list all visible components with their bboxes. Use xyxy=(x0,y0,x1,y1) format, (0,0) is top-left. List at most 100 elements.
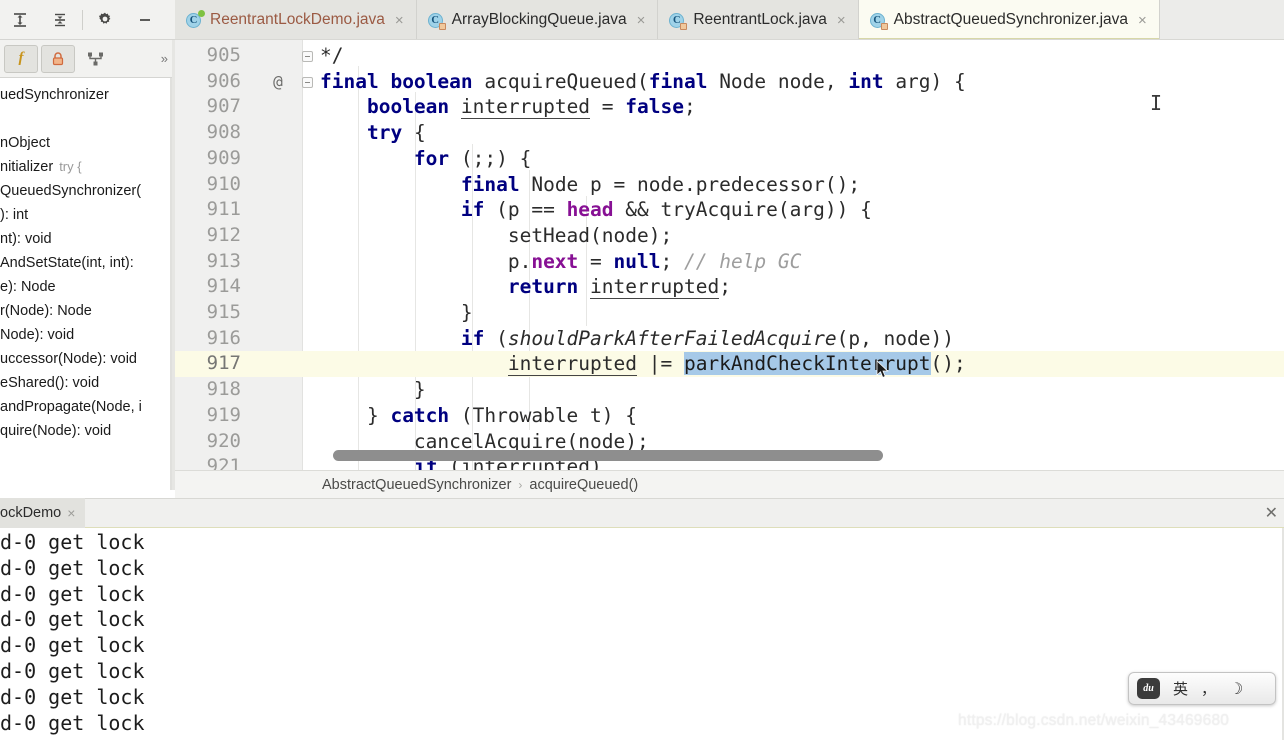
show-fields-toggle[interactable]: f xyxy=(4,44,38,73)
editor-horizontal-scrollbar[interactable] xyxy=(333,450,883,461)
collapse-all-icon[interactable] xyxy=(40,5,80,35)
structure-item[interactable]: uedSynchronizer xyxy=(0,83,172,107)
structure-item-label: eShared(): void xyxy=(0,375,100,391)
code-fold-icon[interactable] xyxy=(299,69,315,95)
code-line[interactable]: 918 } xyxy=(175,377,1284,403)
structure-item[interactable]: e): Node xyxy=(0,275,172,299)
structure-item[interactable]: nt): void xyxy=(0,227,172,251)
code-line[interactable]: 906 @ final boolean acquireQueued(final No… xyxy=(175,69,1284,95)
code-line[interactable]: 912 setHead(node); xyxy=(175,223,1284,249)
structure-item-label: quire(Node): void xyxy=(0,423,112,439)
gear-icon[interactable] xyxy=(85,5,125,35)
line-number: 919 xyxy=(206,403,241,426)
code-line[interactable]: 915 } xyxy=(175,300,1284,326)
structure-item[interactable]: eShared(): void xyxy=(0,371,172,395)
close-icon[interactable]: × xyxy=(67,505,75,521)
ime-punctuation-toggle[interactable]: ， xyxy=(1201,678,1216,699)
structure-item-label: uedSynchronizer xyxy=(0,87,109,103)
line-number: 915 xyxy=(206,301,241,323)
code-editor[interactable]: 905 */ 906 @ final boolean acquireQueued(fin… xyxy=(175,40,1284,470)
ime-language-toggle[interactable]: 英 xyxy=(1173,678,1188,699)
code-line[interactable]: 916 if (shouldParkAfterFailedAcquire(p, … xyxy=(175,326,1284,352)
code-line-text: p.next = null; // help GC xyxy=(320,249,802,273)
structure-item[interactable] xyxy=(0,107,172,131)
structure-item[interactable]: ): int xyxy=(0,203,172,227)
gutter-annotation-icon[interactable]: @ xyxy=(267,69,289,95)
console-tab-bar[interactable]: ockDemo × ✕ xyxy=(0,498,1284,528)
editor-tab[interactable]: C ReentrantLockDemo.java × xyxy=(175,0,417,39)
breadcrumb-method[interactable]: acquireQueued() xyxy=(529,477,638,493)
code-line[interactable]: 907 boolean interrupted = false; xyxy=(175,94,1284,120)
line-number: 912 xyxy=(206,223,241,246)
text-ibeam-cursor: I xyxy=(1150,91,1163,115)
show-inherited-toggle[interactable] xyxy=(78,45,112,73)
input-method-bar[interactable]: du 英 ， ☽ xyxy=(1128,672,1276,705)
ide-window: f » uedSynchronizer nObject nitializer try … xyxy=(0,0,1284,740)
chevron-right-icon: › xyxy=(518,477,523,492)
editor-tab-label: ReentrantLockDemo.java xyxy=(210,11,385,28)
structure-item[interactable]: uccessor(Node): void xyxy=(0,347,172,371)
code-line[interactable]: 914 return interrupted; xyxy=(175,274,1284,300)
close-icon[interactable]: × xyxy=(634,11,649,30)
structure-panel-toolbar xyxy=(0,0,175,40)
close-icon[interactable]: × xyxy=(392,11,407,30)
line-number: 920 xyxy=(206,429,241,452)
structure-item[interactable]: QueuedSynchronizer( xyxy=(0,179,172,203)
code-line[interactable]: 913 p.next = null; // help GC xyxy=(175,249,1284,275)
code-line-text: try { xyxy=(366,121,426,145)
line-number: 911 xyxy=(206,198,241,221)
console-line: d-0 get lock xyxy=(0,607,145,632)
code-line-text: setHead(node); xyxy=(320,223,673,247)
java-class-icon: C xyxy=(669,12,688,30)
toolbar-overflow-button[interactable]: » xyxy=(161,51,168,66)
code-line-text: boolean interrupted = false; xyxy=(366,95,696,120)
expand-all-icon[interactable] xyxy=(0,5,40,35)
code-line[interactable]: 910 final Node p = node.predecessor(); xyxy=(175,172,1284,198)
code-line[interactable]: 919 } catch (Throwable t) { xyxy=(175,403,1284,429)
structure-item[interactable]: nObject xyxy=(0,131,172,155)
structure-filter-bar: f » xyxy=(0,40,175,78)
line-number: 910 xyxy=(206,172,241,195)
structure-item[interactable]: Node): void xyxy=(0,323,172,347)
structure-item-label: nitializer xyxy=(0,159,54,175)
structure-item[interactable]: andPropagate(Node, i xyxy=(0,395,172,419)
code-line[interactable]: 905 */ xyxy=(175,43,1284,69)
structure-item[interactable]: AndSetState(int, int): xyxy=(0,251,172,275)
hide-panel-icon[interactable] xyxy=(125,5,165,35)
code-line-text: if (p == head && tryAcquire(arg)) { xyxy=(460,198,872,222)
close-icon[interactable]: × xyxy=(1135,11,1150,30)
code-line[interactable]: 909 for (;;) { xyxy=(175,146,1284,172)
show-non-public-toggle[interactable] xyxy=(41,44,75,73)
close-panel-icon[interactable]: ✕ xyxy=(1265,503,1278,523)
code-line[interactable]: 917 interrupted |= parkAndCheckInterrupt… xyxy=(175,351,1284,378)
toolbar-separator xyxy=(82,9,83,30)
moon-icon[interactable]: ☽ xyxy=(1229,679,1243,699)
line-number: 916 xyxy=(206,326,241,349)
console-line: d-0 get lock xyxy=(0,555,145,580)
close-icon[interactable]: × xyxy=(834,11,849,30)
structure-item[interactable]: quire(Node): void xyxy=(0,419,172,443)
structure-item-list: uedSynchronizer nObject nitializer try {Que… xyxy=(0,78,172,443)
code-fold-icon[interactable] xyxy=(299,43,315,69)
breadcrumb[interactable]: AbstractQueuedSynchronizer › acquireQueu… xyxy=(175,470,1284,498)
editor-tab-bar[interactable]: C ReentrantLockDemo.java × C ArrayBlockingQu… xyxy=(175,0,1284,40)
console-tab-run[interactable]: ockDemo × xyxy=(0,498,86,528)
code-line[interactable]: 911 if (p == head && tryAcquire(arg)) { xyxy=(175,197,1284,223)
editor-tab-label: AbstractQueuedSynchronizer.java xyxy=(893,11,1129,28)
console-output[interactable]: d-0 get lock d-0 get lock d-0 get lock d-0 … xyxy=(0,528,1284,740)
line-number: 913 xyxy=(206,249,241,272)
editor-tab[interactable]: C AbstractQueuedSynchronizer.java × xyxy=(858,0,1160,39)
breadcrumb-class[interactable]: AbstractQueuedSynchronizer xyxy=(322,477,511,493)
code-line[interactable]: 908 try { xyxy=(175,120,1284,146)
structure-item-label: ): int xyxy=(0,207,29,223)
editor-tab[interactable]: C ReentrantLock.java × xyxy=(658,0,859,39)
structure-tree-panel[interactable]: uedSynchronizer nObject nitializer try {Que… xyxy=(0,78,172,490)
structure-item[interactable]: nitializer try { xyxy=(0,155,172,179)
code-line-text: interrupted |= parkAndCheckInterrupt(); xyxy=(507,352,966,377)
watermark: https://blog.csdn.net/weixin_43469680 xyxy=(958,712,1230,729)
editor-tab-label: ArrayBlockingQueue.java xyxy=(451,11,627,28)
line-number: 917 xyxy=(206,352,241,375)
structure-item[interactable]: r(Node): Node xyxy=(0,299,172,323)
editor-tab[interactable]: C ArrayBlockingQueue.java × xyxy=(416,0,659,39)
baidu-ime-logo-icon[interactable]: du xyxy=(1137,678,1160,699)
